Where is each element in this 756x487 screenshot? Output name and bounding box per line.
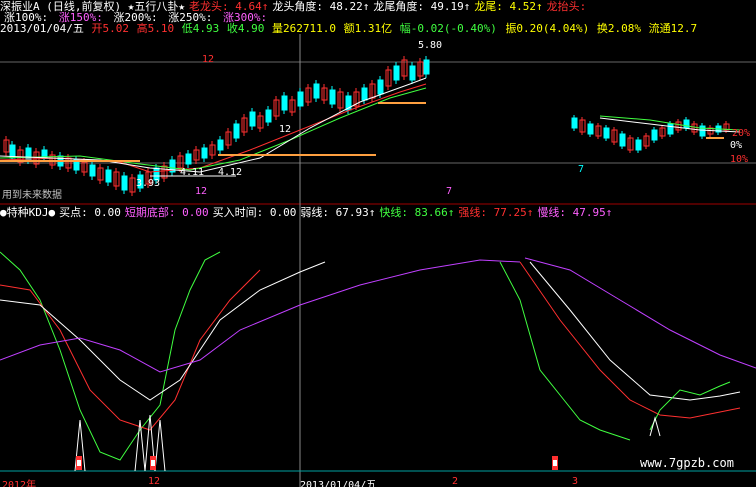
- candle-body-39: [313, 83, 320, 99]
- right-candle-body-14: [683, 119, 690, 129]
- kdj-strong-line: [0, 269, 261, 431]
- right-candle-body-12: [667, 123, 674, 135]
- kdj-slow-line: [0, 259, 521, 373]
- indicator-name: ●特种KDJ●: [0, 206, 56, 219]
- kdj-fast-line-right: [499, 261, 631, 441]
- month-marker-top: 12: [202, 54, 215, 65]
- kdj-value-5: 强线: 77.25↑: [458, 206, 534, 219]
- kdj-value-4: 快线: 83.66↑: [379, 206, 455, 219]
- right-candle-body-16: [699, 125, 706, 137]
- candle-body-13: [105, 169, 112, 183]
- buy-marker-highlight-1: [151, 460, 155, 466]
- right-pct-b: 0%: [730, 140, 743, 151]
- right-pct-c: 10%: [730, 154, 749, 165]
- candle-body-45: [361, 87, 368, 101]
- kdj-value-0: 买点: 0.00: [59, 206, 121, 219]
- kdj-fast-tail: [649, 381, 731, 431]
- buy-marker-highlight-2: [553, 460, 557, 466]
- right-candle-body-10: [651, 129, 658, 141]
- future-data-warning: 用到未来数据: [2, 190, 62, 201]
- month-marker-bottom: 12: [195, 186, 208, 197]
- kdj-weak-line-right: [529, 261, 741, 401]
- right-candle-body-8: [635, 139, 642, 151]
- mark-7-right: 7: [578, 164, 585, 175]
- candle-body-15: [121, 175, 128, 191]
- kdj-value-6: 慢线: 47.95↑: [537, 206, 613, 219]
- candle-body-23: [185, 153, 192, 165]
- right-candle-body-0: [571, 117, 578, 129]
- stock-chart-window: 深振业A (日线,前复权) ★五行八卦★ 老龙头: 4.64↑ 龙头角度: 48.2…: [0, 0, 756, 487]
- kdj-weak-line: [0, 261, 326, 401]
- right-candle-body-4: [603, 127, 610, 139]
- candle-body-37: [297, 91, 304, 107]
- candle-body-11: [89, 164, 96, 177]
- low-price-label-c: 4.12: [218, 167, 243, 178]
- signal-spike-3: [154, 419, 166, 472]
- month-marker-mid: 12: [279, 124, 292, 135]
- candle-body-33: [265, 109, 272, 123]
- axis-month-3: 3: [572, 476, 579, 487]
- candle-body-3: [25, 147, 32, 161]
- kdj-slow-line-right: [524, 257, 756, 369]
- candle-body-41: [329, 89, 336, 105]
- indicator-header: ●特种KDJ● 买点: 0.00 短期底部: 0.00 买入时间: 0.00 弱线: 6…: [0, 206, 620, 219]
- kdj-value-3: 弱线: 67.93↑: [300, 206, 376, 219]
- candle-body-35: [281, 95, 288, 111]
- kdj-fast-line: [0, 251, 221, 461]
- buy-marker-highlight-0: [77, 460, 81, 466]
- candle-body-27: [217, 139, 224, 151]
- axis-year-label: 2012年: [2, 480, 37, 487]
- candle-body-25: [201, 147, 208, 159]
- candle-body-51: [409, 65, 416, 81]
- candle-body-47: [377, 79, 384, 95]
- mark-7: 7: [446, 186, 453, 197]
- low-price-label-a: 3.93: [136, 178, 161, 189]
- low-price-label-b: 4.11: [180, 167, 205, 178]
- candle-body-49: [393, 65, 400, 81]
- right-candle-body-6: [619, 133, 626, 147]
- candle-body-53: [423, 59, 430, 75]
- right-pct-a: 20%: [732, 128, 751, 139]
- candle-body-31: [249, 111, 256, 127]
- right-candle-body-2: [587, 123, 594, 135]
- axis-current-date: 2013/01/04/五: [300, 480, 377, 487]
- axis-month-12: 12: [148, 476, 161, 487]
- kdj-value-2: 买入时间: 0.00: [212, 206, 297, 219]
- kdj-strong-line-right: [519, 261, 741, 419]
- chart-canvas[interactable]: [0, 0, 756, 487]
- kdj-value-1: 短期底部: 0.00: [124, 206, 209, 219]
- high-price-label: 5.80: [418, 40, 443, 51]
- watermark: www.7gpzb.com: [640, 456, 734, 470]
- candle-body-29: [233, 123, 240, 139]
- axis-month-2: 2: [452, 476, 459, 487]
